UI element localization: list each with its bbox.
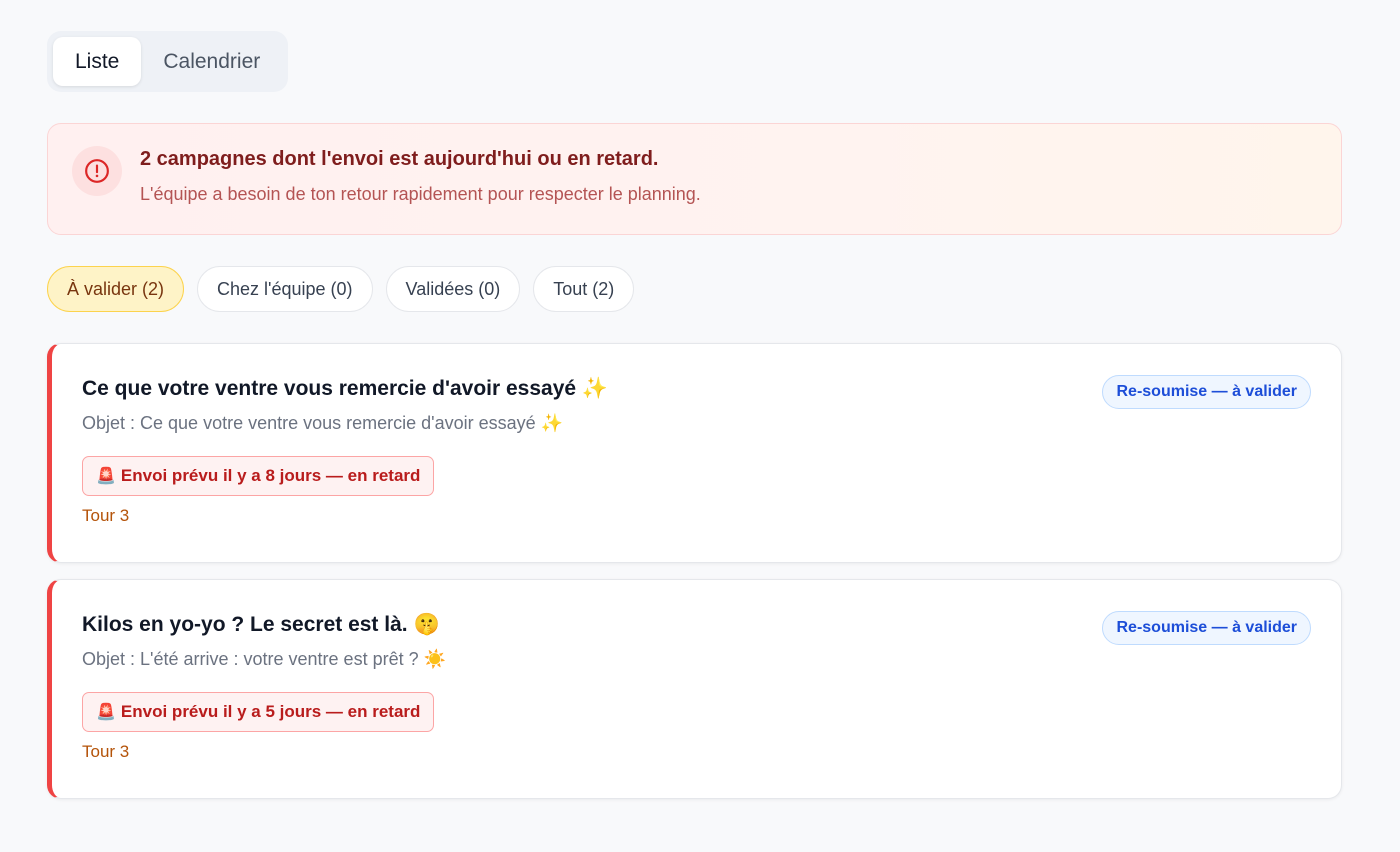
filter-tout[interactable]: Tout (2) xyxy=(533,266,635,312)
page: Liste Calendrier 2 campagnes dont l'envo… xyxy=(0,0,1400,852)
tab-liste[interactable]: Liste xyxy=(53,37,142,86)
campaign-round: Tour 3 xyxy=(82,742,130,761)
status-badge: Re-soumise — à valider xyxy=(1102,611,1311,645)
campaign-round: Tour 3 xyxy=(82,506,130,525)
filter-bar: À valider (2) Chez l'équipe (0) Validées… xyxy=(47,266,1342,312)
campaign-subject: Objet : L'été arrive : votre ventre est … xyxy=(82,649,447,669)
campaign-list: Ce que votre ventre vous remercie d'avoi… xyxy=(47,343,1342,799)
late-label: Envoi prévu il y a 5 jours — en retard xyxy=(120,702,421,721)
overdue-alert: 2 campagnes dont l'envoi est aujourd'hui… xyxy=(47,123,1342,235)
late-label: Envoi prévu il y a 8 jours — en retard xyxy=(120,466,421,485)
siren-icon: 🚨 xyxy=(96,704,116,721)
alert-text: 2 campagnes dont l'envoi est aujourd'hui… xyxy=(140,148,701,205)
late-badge: 🚨 Envoi prévu il y a 8 jours — en retard xyxy=(82,456,435,496)
view-toggle: Liste Calendrier xyxy=(47,31,289,92)
filter-validees[interactable]: Validées (0) xyxy=(385,266,521,312)
filter-a-valider[interactable]: À valider (2) xyxy=(47,266,185,312)
filter-chez-equipe[interactable]: Chez l'équipe (0) xyxy=(197,266,373,312)
campaign-subject: Objet : Ce que votre ventre vous remerci… xyxy=(82,413,564,433)
alert-subtitle: L'équipe a besoin de ton retour rapideme… xyxy=(140,184,701,204)
siren-icon: 🚨 xyxy=(96,468,116,485)
late-badge: 🚨 Envoi prévu il y a 5 jours — en retard xyxy=(82,692,435,732)
tab-calendrier[interactable]: Calendrier xyxy=(141,37,282,86)
status-badge: Re-soumise — à valider xyxy=(1102,375,1311,409)
alert-circle-icon xyxy=(72,146,122,196)
campaign-card[interactable]: Kilos en yo-yo ? Le secret est là. 🤫 Obj… xyxy=(47,579,1342,799)
campaign-card[interactable]: Ce que votre ventre vous remercie d'avoi… xyxy=(47,343,1342,563)
alert-title: 2 campagnes dont l'envoi est aujourd'hui… xyxy=(140,148,659,170)
